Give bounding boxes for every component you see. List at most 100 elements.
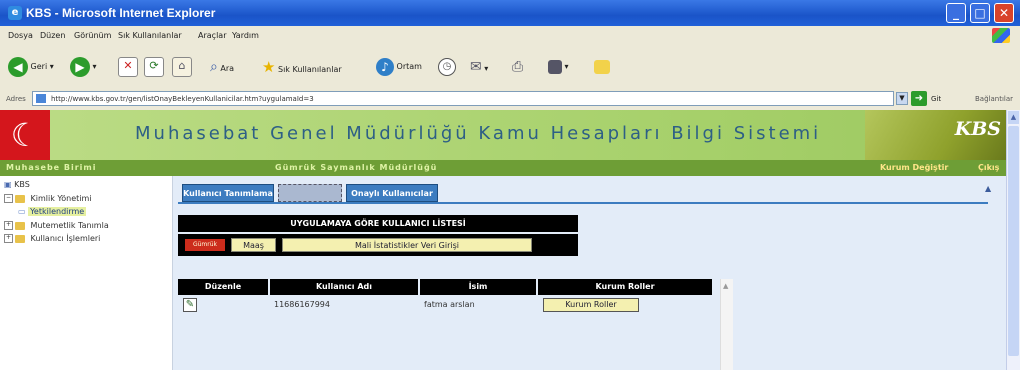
expand-icon: + [4, 234, 13, 243]
column-header: Kullanıcı Adı [270, 279, 418, 295]
application-bar: Gümrük Maaş Mali İstatistikler Veri Giri… [178, 234, 578, 256]
scroll-up-icon[interactable]: ▲ [723, 282, 728, 290]
refresh-button[interactable]: ⟳ [144, 55, 164, 79]
toolbar: ◀ Geri ▾ ▶ ▾ ✕ ⟳ ⌂ ⌕ Ara ★ Sık Kullanıla… [0, 46, 1020, 89]
tab-onayli-kullanicilar[interactable]: Onaylı Kullanıcılar [346, 184, 438, 202]
tree-item-mutemetlik[interactable]: + Mutemetlik Tanımla [4, 221, 109, 230]
maas-button[interactable]: Maaş [231, 238, 276, 252]
messenger-icon [594, 59, 610, 74]
go-arrow-icon[interactable]: ➜ [911, 91, 927, 106]
mail-button[interactable]: ✉ ▾ [470, 55, 488, 79]
tree-item-label: Kimlik Yönetimi [30, 194, 92, 203]
media-label: Ortam [396, 62, 422, 71]
forward-button[interactable]: ▶ ▾ [70, 55, 97, 79]
links-button[interactable]: Bağlantılar [975, 95, 1013, 103]
unit-label: Muhasebe Birimi [6, 163, 97, 172]
folder-icon [15, 234, 25, 243]
back-arrow-icon: ◀ [8, 56, 28, 77]
kbs-logo: KBS [865, 110, 1006, 160]
scroll-thumb[interactable] [1008, 126, 1019, 356]
computer-icon: ▣ [4, 180, 12, 189]
tree-item-label: Mutemetlik Tanımla [30, 221, 109, 230]
search-button[interactable]: ⌕ Ara [210, 55, 234, 79]
messenger-button[interactable] [594, 55, 610, 79]
stop-icon: ✕ [118, 56, 138, 77]
folder-icon [15, 221, 25, 230]
scroll-up-icon[interactable]: ▲ [985, 184, 991, 193]
tab-active-blank[interactable] [278, 184, 342, 202]
name-cell: fatma arslan [424, 300, 475, 309]
print-icon: ⎙ [512, 59, 524, 75]
stop-button[interactable]: ✕ [118, 55, 138, 79]
page-icon: ▭ [18, 207, 26, 216]
home-button[interactable]: ⌂ [172, 55, 192, 79]
main-content: ▣ KBS − Kimlik Yönetimi ▭ Yetkilendirme … [0, 176, 1006, 370]
back-button[interactable]: ◀ Geri ▾ [8, 55, 54, 79]
table-scrollbar[interactable]: ▲ [720, 279, 733, 370]
menu-file[interactable]: Dosya [8, 31, 33, 40]
go-button[interactable]: Git [931, 95, 941, 103]
tree-root-label: KBS [14, 180, 30, 189]
media-button[interactable]: ♪ Ortam [376, 55, 422, 79]
home-icon: ⌂ [172, 56, 192, 77]
address-dropdown-icon[interactable]: ▼ [896, 92, 908, 105]
page-viewport: ☾ Muhasebat Genel Müdürlüğü Kamu Hesapla… [0, 110, 1006, 370]
windows-logo-icon [992, 28, 1010, 43]
menu-tools[interactable]: Araçlar [198, 31, 226, 40]
menu-help[interactable]: Yardım [232, 31, 259, 40]
maximize-button[interactable]: □ [970, 3, 990, 23]
back-label: Geri [30, 62, 48, 71]
search-icon: ⌕ [210, 59, 218, 75]
menu-edit[interactable]: Düzen [40, 31, 65, 40]
mali-istatistik-button[interactable]: Mali İstatistikler Veri Girişi [282, 238, 532, 252]
media-icon: ♪ [376, 57, 394, 76]
window-title: KBS - Microsoft Internet Explorer [26, 6, 216, 20]
tab-kullanici-tanimlama[interactable]: Kullanıcı Tanımlama [182, 184, 274, 202]
folder-open-icon [15, 194, 25, 203]
address-url: http://www.kbs.gov.tr/gen/listOnayBekley… [51, 95, 314, 103]
tab-underline [178, 202, 988, 204]
refresh-icon: ⟳ [144, 56, 164, 77]
mail-icon: ✉ [470, 59, 482, 75]
close-button[interactable]: ✕ [994, 3, 1014, 23]
address-input[interactable]: http://www.kbs.gov.tr/gen/listOnayBekley… [32, 91, 894, 106]
tree-item-label: Yetkilendirme [28, 207, 87, 216]
turkish-flag-icon: ☾ [0, 110, 50, 160]
collapse-icon: − [4, 194, 13, 203]
logout-link[interactable]: Çıkış [978, 163, 999, 172]
change-institution-link[interactable]: Kurum Değiştir [880, 163, 948, 172]
tree-item-kullanici-islemleri[interactable]: + Kullanıcı İşlemleri [4, 234, 100, 243]
username-cell: 11686167994 [274, 300, 330, 309]
kbs-logo-text: KBS [954, 118, 1001, 140]
print-button[interactable]: ⎙ [512, 55, 523, 79]
favorites-button[interactable]: ★ Sık Kullanılanlar [262, 55, 342, 79]
nav-tree: ▣ KBS − Kimlik Yönetimi ▭ Yetkilendirme … [0, 176, 173, 370]
gumruk-button[interactable]: Gümrük [185, 239, 225, 251]
tree-root[interactable]: ▣ KBS [4, 180, 30, 189]
office-label: Gümrük Saymanlık Müdürlüğü [275, 163, 438, 172]
ie-logo-icon: e [8, 6, 22, 20]
tree-item-yetkilendirme[interactable]: ▭ Yetkilendirme [18, 207, 87, 216]
menu-favorites[interactable]: Sık Kullanılanlar [118, 31, 182, 40]
edit-button[interactable]: ▾ [548, 55, 569, 79]
site-banner: ☾ Muhasebat Genel Müdürlüğü Kamu Hesapla… [0, 110, 1006, 160]
page-scrollbar[interactable]: ▲ [1006, 110, 1020, 370]
history-icon: ◷ [438, 57, 456, 76]
column-header: İsim [420, 279, 536, 295]
tree-item-label: Kullanıcı İşlemleri [30, 234, 101, 243]
history-button[interactable]: ◷ [438, 55, 456, 79]
scroll-up-icon[interactable]: ▲ [1008, 111, 1019, 124]
title-bar: e KBS - Microsoft Internet Explorer _ □ … [0, 0, 1020, 26]
menu-view[interactable]: Görünüm [74, 31, 111, 40]
address-bar: Adres http://www.kbs.gov.tr/gen/listOnay… [0, 88, 1020, 111]
forward-arrow-icon: ▶ [70, 56, 90, 77]
column-header: Düzenle [178, 279, 268, 295]
minimize-button[interactable]: _ [946, 3, 966, 23]
kurum-roller-button[interactable]: Kurum Roller [543, 298, 639, 312]
edit-pencil-icon[interactable]: ✎ [183, 298, 197, 312]
table-row: ✎ [178, 296, 268, 314]
tree-item-kimlik[interactable]: − Kimlik Yönetimi [4, 194, 92, 203]
context-bar: Muhasebe Birimi Gümrük Saymanlık Müdürlü… [0, 160, 1006, 176]
menu-bar: Dosya Düzen Görünüm Sık Kullanılanlar Ar… [0, 26, 1020, 47]
expand-icon: + [4, 221, 13, 230]
